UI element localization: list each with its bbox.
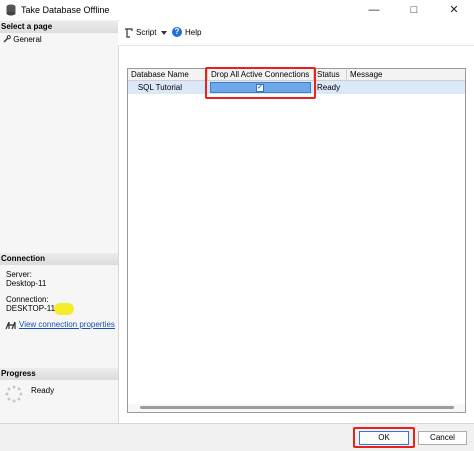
- help-button[interactable]: Help: [185, 28, 201, 37]
- server-label: Server:: [6, 270, 32, 279]
- connection-value: DESKTOP-11: [6, 304, 56, 313]
- cell-database-name[interactable]: SQL Tutorial: [128, 81, 208, 94]
- view-connection-properties-link[interactable]: View connection properties: [19, 320, 115, 329]
- left-panel: [0, 20, 119, 423]
- script-button[interactable]: Script: [136, 28, 156, 37]
- column-header-message[interactable]: Message: [347, 69, 465, 81]
- highlighter-mark: [54, 303, 74, 315]
- column-header-database-name[interactable]: Database Name: [128, 69, 208, 81]
- server-value: Desktop-11: [6, 279, 47, 288]
- database-icon: [6, 4, 16, 16]
- select-page-header: Select a page: [0, 21, 118, 33]
- connection-header: Connection: [0, 253, 118, 265]
- annotation-highlight-box: [205, 67, 316, 99]
- page-item-label: General: [13, 35, 42, 44]
- annotation-highlight-box: [353, 427, 415, 448]
- maximize-button[interactable]: □: [396, 0, 432, 20]
- connection-label: Connection:: [6, 295, 49, 304]
- wrench-icon: [3, 35, 11, 43]
- script-icon: [125, 28, 133, 38]
- progress-header: Progress: [0, 368, 118, 380]
- connection-properties-icon: [5, 321, 16, 330]
- cell-status: Ready: [317, 83, 341, 92]
- progress-spinner-icon: [5, 385, 23, 403]
- scrollbar-thumb[interactable]: [140, 406, 454, 409]
- close-button[interactable]: ✕: [436, 0, 472, 20]
- chevron-down-icon[interactable]: [161, 31, 167, 35]
- database-grid: [127, 68, 466, 413]
- help-icon[interactable]: ?: [172, 27, 182, 37]
- page-item-general[interactable]: General: [3, 35, 42, 44]
- minimize-button[interactable]: —: [356, 0, 392, 20]
- column-header-status[interactable]: Status: [314, 69, 347, 81]
- window-title: Take Database Offline: [21, 5, 110, 15]
- progress-status: Ready: [31, 386, 55, 395]
- cancel-button[interactable]: Cancel: [418, 431, 467, 445]
